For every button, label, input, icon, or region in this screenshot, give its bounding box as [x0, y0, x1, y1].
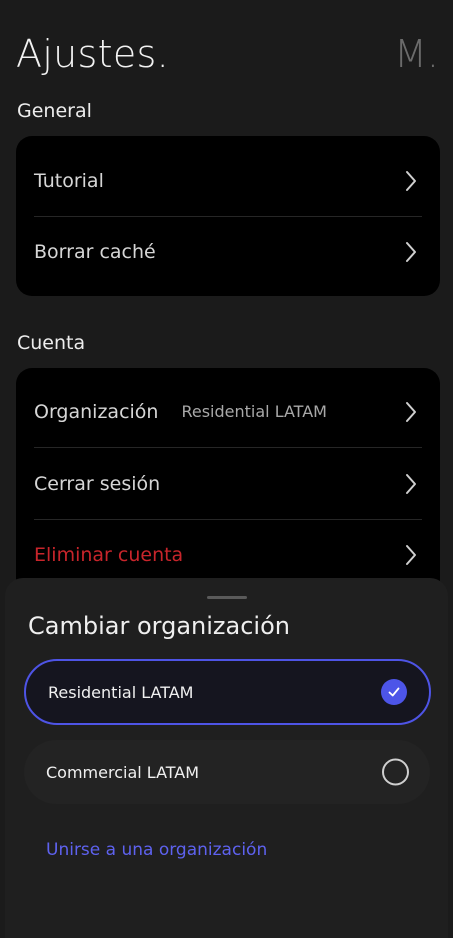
org-option-residential[interactable]: Residential LATAM [24, 659, 431, 725]
account-card: Organización Residential LATAM Cerrar se… [16, 368, 440, 598]
chevron-right-icon [406, 241, 416, 262]
org-option-label: Commercial LATAM [46, 762, 200, 782]
org-option-label: Residential LATAM [48, 682, 194, 702]
section-label-account: Cuenta [17, 332, 86, 354]
logout-label: Cerrar sesión [34, 472, 161, 495]
tutorial-label: Tutorial [34, 169, 104, 192]
delete-account-label: Eliminar cuenta [34, 543, 184, 566]
org-option-commercial[interactable]: Commercial LATAM [24, 740, 430, 804]
chevron-right-icon [406, 544, 416, 565]
section-label-general: General [17, 100, 92, 122]
change-organization-sheet: Cambiar organización Residential LATAM C… [5, 578, 448, 938]
chevron-right-icon [406, 401, 416, 422]
clear-cache-row[interactable]: Borrar caché [34, 216, 422, 287]
radio-icon [382, 758, 409, 786]
tutorial-row[interactable]: Tutorial [34, 145, 422, 217]
clear-cache-label: Borrar caché [34, 240, 156, 263]
sheet-title: Cambiar organización [28, 612, 290, 640]
page-title: Ajustes. [16, 32, 169, 76]
general-card: Tutorial Borrar caché [16, 136, 440, 296]
chevron-right-icon [406, 170, 416, 191]
chevron-right-icon [406, 473, 416, 494]
join-organization-link[interactable]: Unirse a una organización [46, 840, 267, 860]
organization-value: Residential LATAM [181, 402, 327, 421]
organization-row[interactable]: Organización Residential LATAM [34, 376, 422, 448]
check-icon [381, 679, 407, 705]
organization-label: Organización [34, 400, 159, 423]
avatar[interactable]: M. [394, 32, 439, 76]
logout-row[interactable]: Cerrar sesión [34, 448, 422, 520]
sheet-drag-handle[interactable] [207, 596, 247, 599]
